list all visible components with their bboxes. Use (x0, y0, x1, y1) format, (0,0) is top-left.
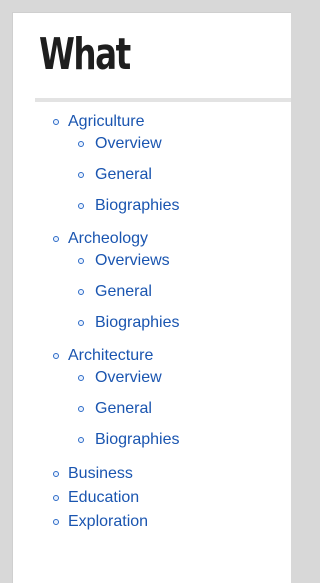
category-list: Agriculture Overview General Biographies (13, 111, 291, 534)
bullet-icon (78, 258, 84, 264)
subcategory-label: General (95, 283, 152, 300)
bullet-icon (78, 203, 84, 209)
category-archeology: Archeology Overviews General Biographies (13, 228, 291, 334)
bullet-icon (78, 375, 84, 381)
category-business: Business (13, 462, 291, 486)
subcategory-list: Overviews General Biographies (13, 250, 291, 334)
category-label: Business (68, 465, 133, 482)
subcategory-link-general[interactable]: General (13, 281, 291, 303)
category-label: Education (68, 489, 140, 506)
bullet-icon (53, 119, 59, 125)
subcategory-link-biographies[interactable]: Biographies (13, 312, 291, 334)
subcategory-link-general[interactable]: General (13, 164, 291, 186)
category-exploration: Exploration (13, 510, 291, 534)
category-agriculture: Agriculture Overview General Biographies (13, 111, 291, 217)
category-link-business[interactable]: Business (13, 462, 291, 486)
category-label: Architecture (68, 347, 154, 364)
bullet-icon (78, 172, 84, 178)
subcategory-label: Biographies (95, 314, 180, 331)
subcategory-link-overview[interactable]: Overview (13, 367, 291, 389)
subcategory-label: Overview (95, 135, 162, 152)
subcategory-label: Overviews (95, 252, 170, 269)
bullet-icon (53, 495, 59, 501)
subcategory-link-biographies[interactable]: Biographies (13, 195, 291, 217)
subcategory-label: Biographies (95, 431, 180, 448)
bullet-icon (53, 519, 59, 525)
subcategory-label: Biographies (95, 197, 180, 214)
content-panel: What Agriculture Overview General Biogra… (12, 12, 291, 583)
subcategory-label: Overview (95, 369, 162, 386)
category-label: Archeology (68, 230, 149, 247)
category-link-education[interactable]: Education (13, 486, 291, 510)
bullet-icon (78, 320, 84, 326)
subcategory-label: General (95, 166, 152, 183)
subcategory-link-general[interactable]: General (13, 398, 291, 420)
title-divider (35, 98, 291, 102)
bullet-icon (53, 236, 59, 242)
bullet-icon (78, 406, 84, 412)
category-link-agriculture[interactable]: Agriculture (13, 111, 291, 133)
subcategory-label: General (95, 400, 152, 417)
bullet-icon (78, 437, 84, 443)
subcategory-link-overviews[interactable]: Overviews (13, 250, 291, 272)
bullet-icon (78, 141, 84, 147)
bullet-icon (53, 353, 59, 359)
category-architecture: Architecture Overview General Biographie… (13, 345, 291, 451)
category-label: Exploration (68, 513, 149, 530)
bullet-icon (53, 471, 59, 477)
category-link-architecture[interactable]: Architecture (13, 345, 291, 367)
subcategory-link-biographies[interactable]: Biographies (13, 429, 291, 451)
category-link-exploration[interactable]: Exploration (13, 510, 291, 534)
bullet-icon (78, 289, 84, 295)
page-title: What (39, 29, 131, 80)
category-link-archeology[interactable]: Archeology (13, 228, 291, 250)
category-education: Education (13, 486, 291, 510)
category-label: Agriculture (68, 113, 145, 130)
subcategory-link-overview[interactable]: Overview (13, 133, 291, 155)
subcategory-list: Overview General Biographies (13, 133, 291, 217)
subcategory-list: Overview General Biographies (13, 367, 291, 451)
